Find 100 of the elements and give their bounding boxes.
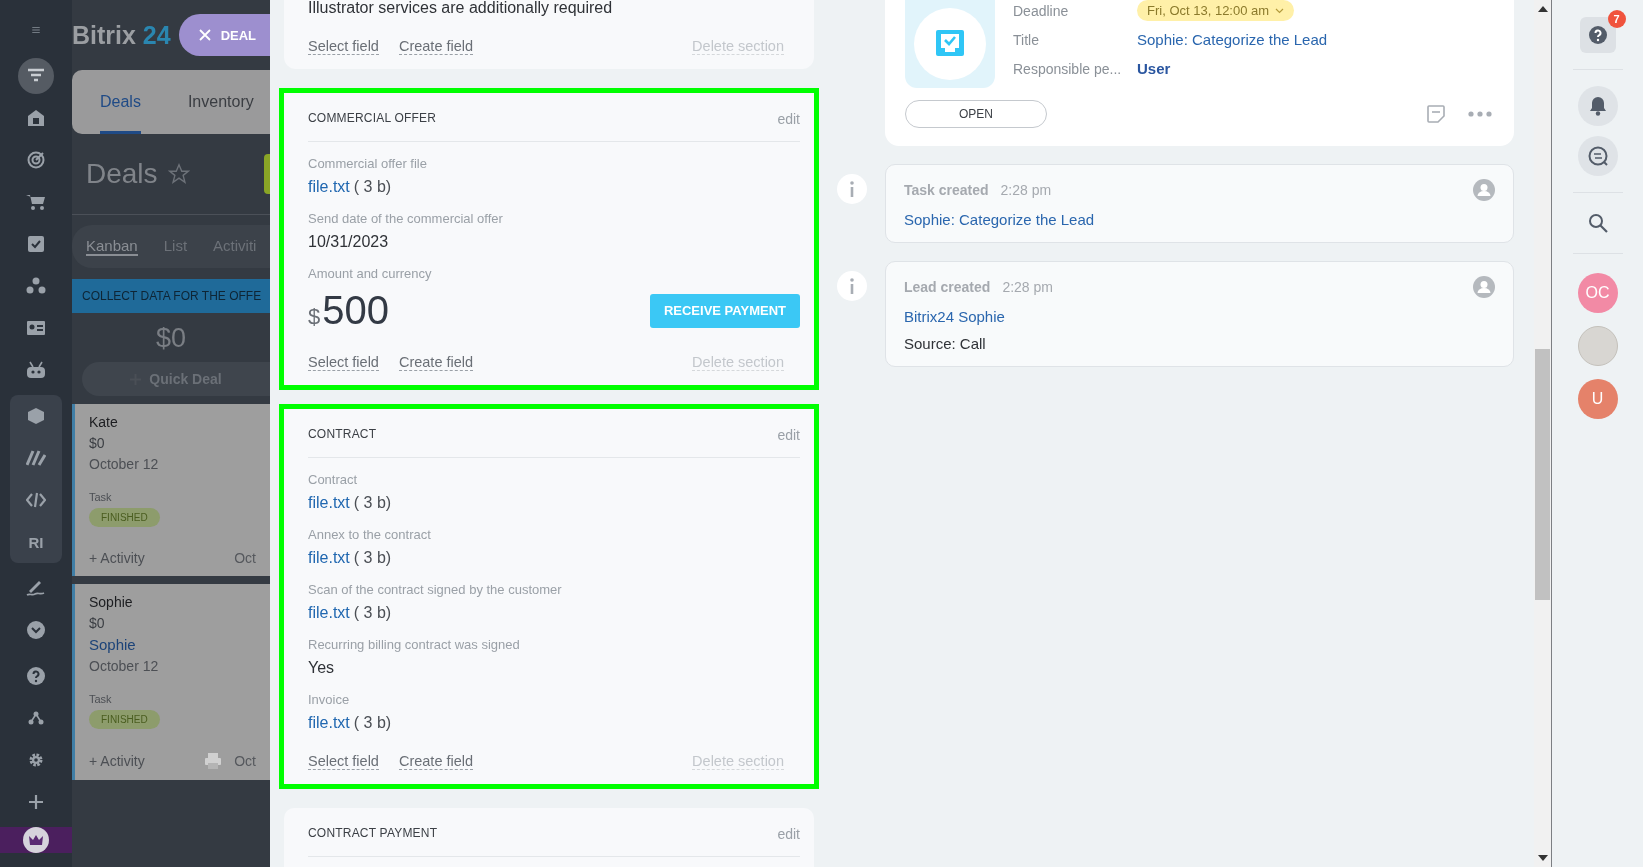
robot-icon	[26, 361, 46, 379]
field-value: 10/31/2023	[308, 233, 390, 251]
deal-amount: $0	[89, 435, 106, 451]
stage-header[interactable]: COLLECT DATA FOR THE OFFE	[72, 279, 270, 313]
file-link[interactable]: file.txt	[308, 714, 350, 732]
deal-date: October 12	[89, 658, 160, 674]
initials-avatar[interactable]: U	[1577, 379, 1618, 419]
event-time: 2:28 pm	[1000, 182, 1052, 198]
open-button[interactable]: OPEN	[905, 100, 1047, 128]
info-icon	[837, 174, 867, 204]
file-size: ( 3 b)	[353, 604, 392, 622]
add-activity-link[interactable]: + Activity	[89, 753, 145, 769]
file-link[interactable]: file.txt	[308, 178, 350, 196]
tab[interactable]: Deals	[100, 70, 141, 134]
close-deal-button[interactable]: DEAL	[178, 14, 270, 56]
field-label: Send date of the commercial offer	[308, 211, 504, 226]
info-icon	[837, 271, 867, 301]
file-link[interactable]: file.txt	[308, 549, 350, 567]
field-label: Commercial offer file	[308, 156, 428, 171]
edit-link[interactable]: edit	[777, 826, 800, 842]
file-size: ( 3 b)	[353, 178, 392, 196]
contact-card-icon	[26, 320, 46, 336]
status-badge: FINISHED	[89, 508, 160, 527]
initials-avatar[interactable]: OC	[1577, 273, 1618, 313]
star-icon[interactable]	[167, 163, 190, 185]
deal-date-short: Oct	[234, 550, 256, 566]
create-field-link[interactable]: Create field	[398, 753, 474, 770]
file-size: ( 3 b)	[353, 714, 392, 732]
deal-name[interactable]: Kate	[89, 414, 256, 430]
plus-icon	[29, 795, 43, 809]
event-time: 2:28 pm	[1002, 279, 1053, 295]
file-link[interactable]: file.txt	[308, 494, 350, 512]
chats-button[interactable]	[1577, 136, 1618, 176]
section-title: COMMERCIAL OFFER	[308, 111, 437, 127]
field-value: Illustrator services are additionally required	[308, 0, 614, 17]
field-value: Yes	[308, 659, 336, 677]
notifications-button[interactable]	[1577, 86, 1618, 126]
event-link[interactable]: Sophie: Categorize the Lead	[904, 211, 1495, 228]
create-field-link[interactable]: Create field	[398, 38, 474, 55]
event-link[interactable]: Bitrix24 Sophie	[904, 308, 1495, 325]
activity-field-label: Deadline	[1013, 2, 1070, 19]
event-title: Task created	[904, 182, 989, 198]
cart-icon	[26, 193, 46, 211]
field-label: Invoice	[308, 692, 351, 707]
view-tab[interactable]: Kanban	[86, 237, 138, 256]
deal-name[interactable]: Sophie	[89, 594, 256, 610]
crown-button[interactable]	[0, 827, 72, 853]
create-field-link[interactable]: Create field	[398, 354, 474, 371]
activity-field-label: Responsible pe...	[1013, 60, 1123, 77]
cube-icon	[27, 407, 45, 425]
code-icon	[26, 492, 46, 508]
field-label: Contract	[308, 472, 359, 487]
task-check-icon	[935, 29, 965, 59]
logo-text[interactable]: Bitrix 24	[72, 20, 171, 50]
amount-value: 500	[322, 288, 389, 333]
nav-item[interactable]	[18, 58, 54, 94]
section-title: CONTRACT PAYMENT	[308, 826, 438, 842]
search-icon[interactable]	[1587, 213, 1608, 233]
slashes-icon	[26, 450, 46, 466]
scrollbar-thumb[interactable]	[1535, 349, 1550, 600]
activity-field-label: Title	[1013, 31, 1040, 48]
building-icon	[27, 109, 45, 127]
task-label: Task	[89, 491, 113, 503]
add-activity-link[interactable]: + Activity	[89, 550, 145, 566]
task-label: Task	[89, 693, 113, 705]
hierarchy-icon	[28, 711, 44, 725]
edit-link[interactable]: edit	[777, 427, 800, 443]
edit-link[interactable]: edit	[777, 111, 800, 127]
field-label: Amount and currency	[308, 266, 433, 281]
deal-amount: $0	[89, 615, 106, 631]
deal-date: October 12	[89, 456, 160, 472]
select-field-link[interactable]: Select field	[308, 38, 379, 55]
help-icon	[27, 667, 45, 685]
user-link[interactable]: User	[1137, 60, 1171, 77]
file-size: ( 3 b)	[353, 549, 392, 567]
file-link[interactable]: file.txt	[308, 604, 350, 622]
deal-card[interactable]: Kate $0 October 12 Task FINISHED + Activity Oct	[72, 404, 270, 576]
user-avatar-icon	[1473, 276, 1495, 298]
select-field-link[interactable]: Select field	[308, 354, 379, 371]
contact-link[interactable]: Sophie	[89, 636, 256, 653]
deadline-pill[interactable]: Fri, Oct 13, 12:00 am	[1137, 0, 1295, 21]
task-title-link[interactable]: Sophie: Categorize the Lead	[1137, 31, 1328, 48]
notification-badge: 7	[1607, 10, 1626, 28]
status-badge: FINISHED	[89, 710, 160, 729]
tab[interactable]: Inventory	[187, 70, 254, 134]
currency-symbol: $	[308, 304, 321, 330]
chat-icon	[1586, 145, 1609, 167]
scrollbar[interactable]	[1534, 0, 1552, 867]
scroll-down-icon[interactable]	[1537, 855, 1548, 861]
page-title: Deals	[86, 158, 158, 190]
file-size: ( 3 b)	[353, 494, 392, 512]
crown-icon	[23, 827, 49, 853]
select-field-link[interactable]: Select field	[308, 753, 379, 770]
scroll-up-icon[interactable]	[1537, 6, 1548, 12]
deal-card[interactable]: Sophie $0 Sophie October 12 Task FINISHED + Activity Oct	[72, 584, 270, 780]
nav-item-text[interactable]: RI	[18, 524, 54, 560]
help-button[interactable]	[1579, 17, 1616, 53]
section-title: CONTRACT	[308, 427, 377, 443]
help-icon	[1588, 26, 1607, 44]
event-title: Lead created	[904, 279, 991, 295]
